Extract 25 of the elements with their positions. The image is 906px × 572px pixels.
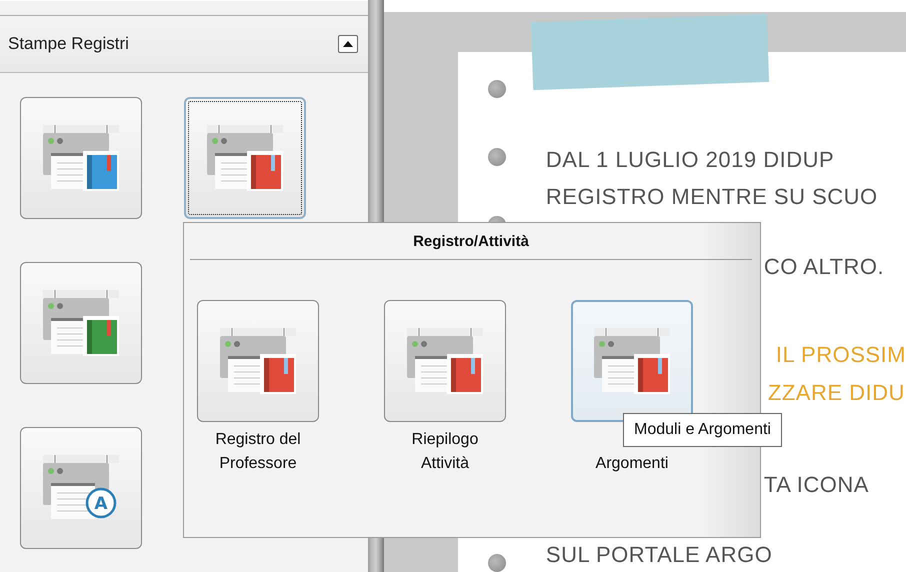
tooltip: Moduli e Argomenti xyxy=(623,413,782,447)
note-text: CO ALTRO. xyxy=(764,253,886,281)
collapse-button[interactable] xyxy=(338,35,358,53)
print-button[interactable] xyxy=(384,300,506,422)
note-text: TA ICONA xyxy=(764,471,870,499)
punch-hole xyxy=(488,148,506,166)
panel-title: Stampe Registri xyxy=(8,34,129,54)
print-button[interactable] xyxy=(20,262,142,384)
note-text: SUL PORTALE ARGO xyxy=(546,541,774,569)
popup-title: Registro/Attività xyxy=(190,223,752,260)
note-text: ZZARE DIDU xyxy=(768,379,906,407)
caret-icon xyxy=(343,41,354,47)
note-text: REGISTRO MENTRE SU SCUO xyxy=(546,183,879,211)
print-button[interactable] xyxy=(197,300,319,422)
note-text: IL PROSSIM xyxy=(776,341,906,369)
button-label: Argomenti xyxy=(596,454,668,474)
punch-hole xyxy=(488,80,506,98)
print-button[interactable] xyxy=(184,97,306,219)
button-label: Registro del Professore xyxy=(214,430,302,474)
button-label: Riepilogo Attività xyxy=(410,430,480,474)
print-button[interactable] xyxy=(20,97,142,219)
punch-hole xyxy=(488,554,506,572)
print-button[interactable] xyxy=(571,300,693,422)
note-text: DAL 1 LUGLIO 2019 DIDUP xyxy=(546,146,836,174)
print-button[interactable]: A xyxy=(20,427,142,549)
